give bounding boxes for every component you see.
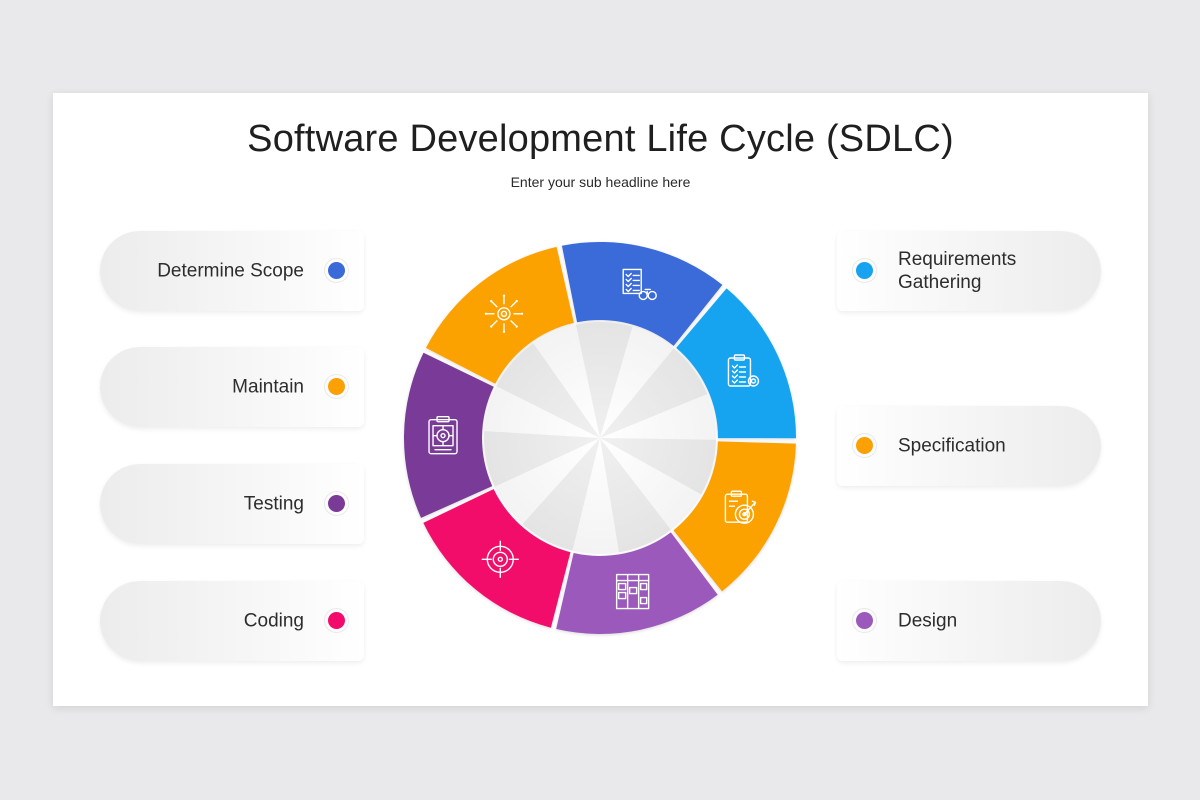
sdlc-wheel — [404, 242, 796, 634]
wheel-center — [483, 322, 716, 554]
slide: Software Development Life Cycle (SDLC) E… — [53, 93, 1148, 706]
